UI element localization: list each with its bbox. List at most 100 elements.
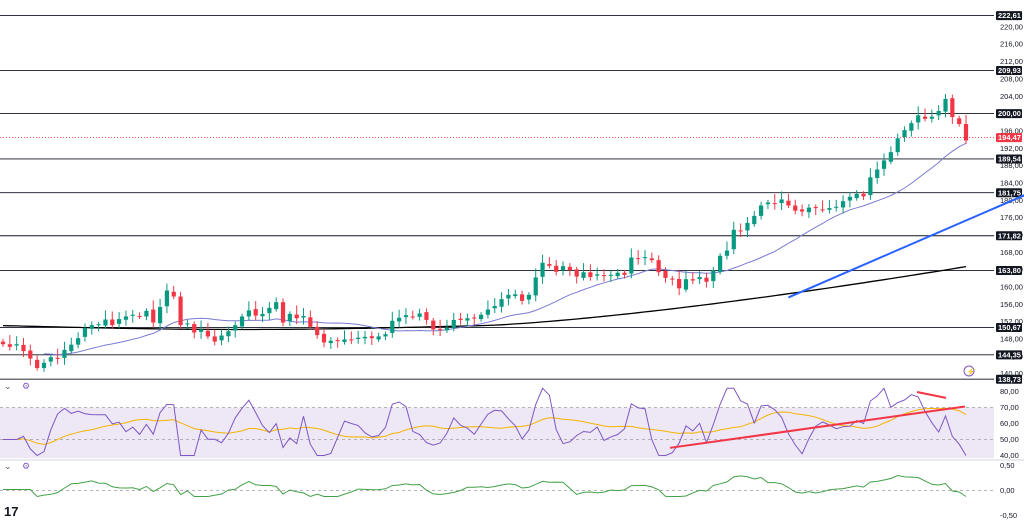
candle-body <box>513 294 518 297</box>
level-price-label: 200,00 <box>998 109 1021 118</box>
candle-body <box>799 209 805 212</box>
candle-body <box>356 337 361 340</box>
candle-body <box>506 294 511 299</box>
candle-body <box>397 317 402 322</box>
oscillator-axis-tick-label: 0,00 <box>1000 486 1015 495</box>
candle-body <box>55 357 60 359</box>
candle-body <box>171 291 176 297</box>
candle-body <box>130 314 135 316</box>
candle-body <box>376 336 381 340</box>
candle-body <box>287 313 292 322</box>
candle-body <box>246 310 251 317</box>
level-price-label: 150,67 <box>998 323 1021 332</box>
candle-body <box>7 344 12 347</box>
candle-body <box>28 350 33 359</box>
candle-body <box>642 257 648 259</box>
candle-body <box>786 200 791 206</box>
candle-body <box>117 319 122 324</box>
chevron-down-icon[interactable]: ⌄ <box>4 462 12 472</box>
candle-body <box>922 116 928 119</box>
level-price-label: 144,35 <box>998 350 1021 359</box>
candle-body <box>540 262 545 277</box>
candle-body <box>533 277 538 296</box>
candle-body <box>649 258 654 261</box>
candle-body <box>581 272 586 278</box>
candle-body <box>677 278 682 289</box>
candle-body <box>656 260 661 273</box>
rsi-axis-tick-label: 50,00 <box>1000 435 1019 444</box>
candle-body <box>444 327 450 331</box>
candle-body <box>110 319 115 326</box>
candle-body <box>383 334 388 337</box>
candle-body <box>629 257 634 274</box>
candle-body <box>861 193 866 197</box>
candle-body <box>41 362 47 369</box>
rsi-band <box>0 407 994 458</box>
candle-body <box>239 316 245 327</box>
chevron-down-icon[interactable]: ⌄ <box>4 382 12 392</box>
price-axis-tick-label: 208,00 <box>1000 74 1023 83</box>
candle-body <box>895 138 900 153</box>
tradingview-logo: 17 <box>4 504 18 519</box>
candle-body <box>670 278 675 280</box>
candle-body <box>472 317 477 319</box>
rsi-axis-tick-label: 60,00 <box>1000 419 1019 428</box>
candle-body <box>294 314 299 319</box>
candle-body <box>478 314 484 320</box>
candle-body <box>137 316 142 318</box>
candle-body <box>48 357 53 362</box>
candle-body <box>82 328 88 337</box>
candle-body <box>151 309 156 323</box>
candle-body <box>301 316 306 318</box>
candle-body <box>212 336 217 342</box>
candle-body <box>260 313 265 317</box>
candle-body <box>526 294 531 300</box>
candle-body <box>779 199 784 204</box>
candle-body <box>574 269 579 277</box>
candle-body <box>492 306 497 309</box>
candle-body <box>827 208 832 210</box>
candle-body <box>62 349 67 358</box>
candle-body <box>752 215 757 225</box>
candle-body <box>458 318 463 320</box>
level-price-label: 138,73 <box>998 375 1021 384</box>
candle-body <box>772 203 777 205</box>
candle-body <box>451 319 456 328</box>
candle-body <box>417 313 422 317</box>
rsi-top-trendline <box>916 391 947 399</box>
candle-body <box>711 270 716 282</box>
candle-body <box>936 110 941 116</box>
candle-body <box>431 320 436 330</box>
settings-icon[interactable]: ⚙ <box>22 462 30 472</box>
level-price-label: 222,61 <box>998 11 1021 20</box>
candle-body <box>103 319 108 326</box>
price-axis-tick-label: 156,00 <box>1000 300 1023 309</box>
candle-body <box>178 296 183 326</box>
price-axis-tick-label: 148,00 <box>1000 335 1023 344</box>
candle-body <box>342 339 347 343</box>
candle-body <box>847 196 852 201</box>
oscillator-axis-tick-label: 0,50 <box>1000 461 1015 470</box>
candle-body <box>963 123 969 141</box>
level-price-label: 163,80 <box>998 266 1021 275</box>
candle-body <box>663 270 668 278</box>
candle-body <box>14 344 19 346</box>
chart-svg[interactable]: 220,00216,00212,00208,00204,00196,00192,… <box>0 0 1024 525</box>
candle-body <box>219 335 224 341</box>
candle-body <box>813 207 818 209</box>
candle-body <box>185 323 190 325</box>
candle-body <box>622 272 627 275</box>
settings-icon[interactable]: ⚙ <box>22 382 30 392</box>
candle-body <box>315 326 320 336</box>
price-axis-tick-label: 168,00 <box>1000 248 1023 257</box>
candle-body <box>929 116 934 119</box>
level-price-label: 209,93 <box>998 66 1021 75</box>
candle-body <box>499 299 504 307</box>
candle-body <box>950 98 955 118</box>
candle-body <box>267 307 272 314</box>
candle-body <box>328 340 333 344</box>
candle-body <box>615 272 620 277</box>
long-moving-average-line <box>2 265 967 331</box>
candle-body <box>704 277 709 282</box>
candle-body <box>76 338 81 345</box>
